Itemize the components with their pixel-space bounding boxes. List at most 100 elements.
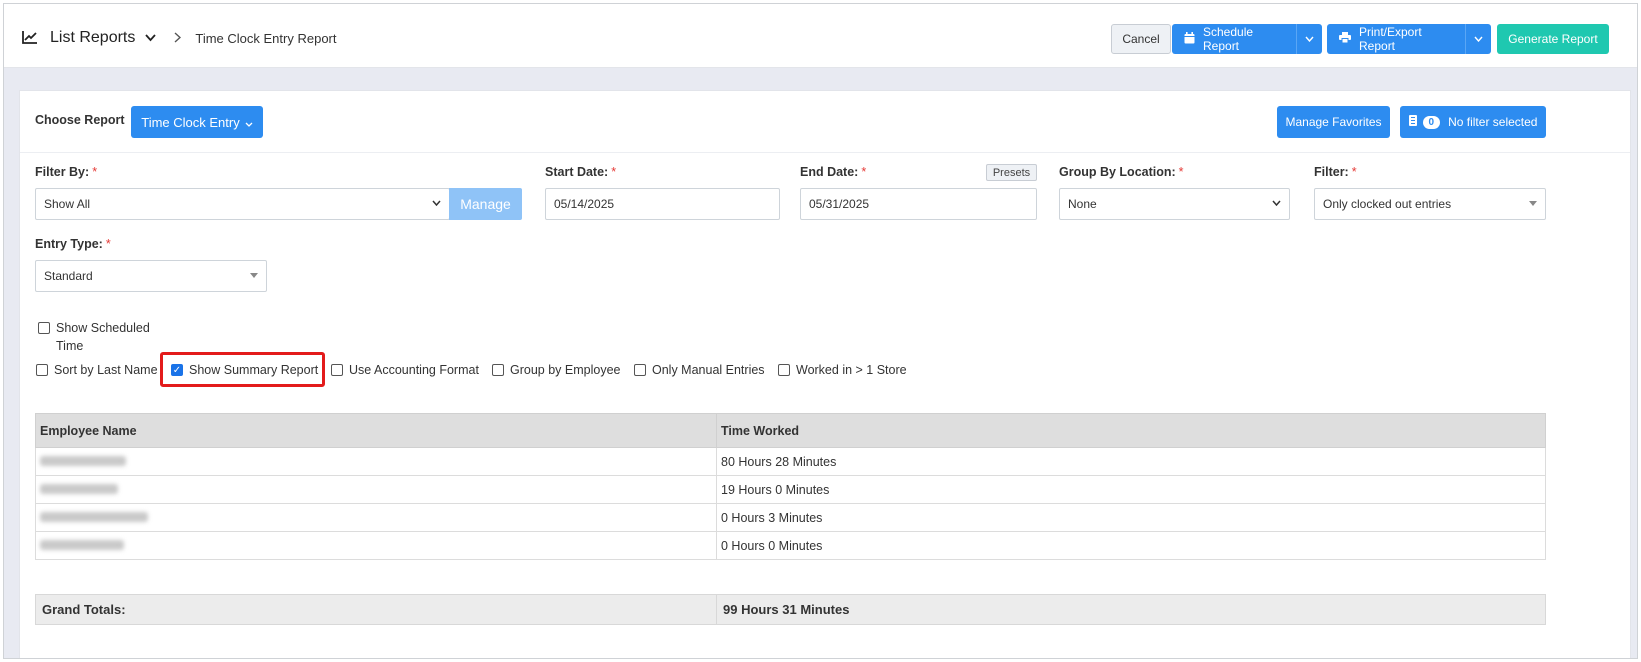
- worked-store-checkbox[interactable]: Worked in > 1 Store: [778, 363, 907, 377]
- checkbox-box[interactable]: [36, 364, 48, 376]
- start-date-label: Start Date: *: [545, 165, 617, 179]
- manage-button[interactable]: Manage: [449, 188, 522, 220]
- entry-type-value: Standard: [44, 269, 93, 283]
- list-reports-link[interactable]: List Reports: [50, 29, 135, 47]
- time-worked-cell: 0 Hours 3 Minutes: [716, 503, 1546, 532]
- filter-value: Only clocked out entries: [1323, 197, 1452, 211]
- chevron-down-icon: [1305, 36, 1314, 42]
- schedule-report-label: Schedule Report: [1203, 25, 1254, 53]
- checkbox-box[interactable]: [38, 322, 50, 334]
- caret-down-icon: [1529, 198, 1537, 209]
- top-bar: List Reports Time Clock Entry Report Can…: [4, 4, 1637, 68]
- time-worked-header: Time Worked: [716, 413, 1546, 448]
- redacted-name: [40, 511, 148, 522]
- table-header-row: Employee Name Time Worked: [35, 413, 1546, 448]
- time-worked-cell: 19 Hours 0 Minutes: [716, 475, 1546, 504]
- checkbox-box[interactable]: [634, 364, 646, 376]
- start-date-value: 05/14/2025: [554, 197, 615, 211]
- schedule-report-split: Schedule Report: [1172, 24, 1322, 54]
- time-worked-cell: 80 Hours 28 Minutes: [716, 447, 1546, 476]
- page-title: Time Clock Entry Report: [195, 30, 337, 46]
- checkbox-box[interactable]: [331, 364, 343, 376]
- report-name: Time Clock Entry: [141, 114, 240, 130]
- redacted-name: [40, 539, 124, 550]
- caret-down-icon: [250, 270, 258, 281]
- start-date-input[interactable]: 05/14/2025: [545, 188, 780, 220]
- schedule-dropdown-toggle[interactable]: [1296, 24, 1322, 54]
- table-row: 0 Hours 0 Minutes: [35, 531, 1546, 560]
- grand-totals-value: 99 Hours 31 Minutes: [716, 594, 1546, 625]
- checkbox-box[interactable]: [778, 364, 790, 376]
- employee-name-cell: [35, 531, 717, 560]
- print-export-button[interactable]: Print/Export Report: [1327, 24, 1465, 54]
- worked-store-label: Worked in > 1 Store: [796, 363, 907, 377]
- filter-status-label: No filter selected: [1448, 115, 1538, 129]
- filter-by-label: Filter By: *: [35, 165, 98, 179]
- grand-totals-label: Grand Totals:: [35, 594, 717, 625]
- filter-count-badge: 0: [1422, 115, 1441, 129]
- table-row: 19 Hours 0 Minutes: [35, 475, 1546, 504]
- choose-report-dropdown[interactable]: Time Clock Entry: [131, 106, 263, 138]
- time-worked-cell: 0 Hours 0 Minutes: [716, 531, 1546, 560]
- presets-button[interactable]: Presets: [986, 164, 1037, 181]
- group-location-value: None: [1068, 197, 1097, 211]
- redacted-name: [40, 455, 126, 466]
- schedule-report-button[interactable]: Schedule Report: [1172, 24, 1296, 54]
- filter-select[interactable]: Only clocked out entries: [1314, 188, 1546, 220]
- sort-last-name-label: Sort by Last Name: [54, 363, 158, 377]
- checkbox-box[interactable]: [492, 364, 504, 376]
- generate-report-button[interactable]: Generate Report: [1497, 24, 1609, 54]
- group-employee-checkbox[interactable]: Group by Employee: [492, 363, 620, 377]
- employee-name-cell: [35, 503, 717, 532]
- show-scheduled-label-cont: Time: [56, 339, 83, 353]
- employee-name-cell: [35, 475, 717, 504]
- filter-status-button[interactable]: 0 No filter selected: [1400, 106, 1546, 138]
- show-scheduled-label: Show Scheduled: [56, 321, 150, 335]
- employee-name-cell: [35, 447, 717, 476]
- accounting-format-checkbox[interactable]: Use Accounting Format: [331, 363, 479, 377]
- entry-type-label: Entry Type: *: [35, 237, 111, 251]
- calendar-icon: [1184, 31, 1195, 47]
- end-date-label: End Date: *: [800, 165, 867, 179]
- grand-totals-table: Grand Totals: 99 Hours 31 Minutes: [35, 594, 1546, 625]
- print-export-label: Print/Export Report: [1359, 25, 1422, 53]
- table-row: 0 Hours 3 Minutes: [35, 503, 1546, 532]
- grand-totals-row: Grand Totals: 99 Hours 31 Minutes: [35, 594, 1546, 625]
- show-scheduled-checkbox[interactable]: Show Scheduled: [38, 321, 150, 335]
- entry-type-select[interactable]: Standard: [35, 260, 267, 292]
- print-export-split: Print/Export Report: [1327, 24, 1491, 54]
- summary-table: Employee Name Time Worked 80 Hours 28 Mi…: [35, 413, 1546, 560]
- chart-line-icon: [22, 30, 38, 47]
- printer-icon: [1339, 32, 1351, 46]
- accounting-format-label: Use Accounting Format: [349, 363, 479, 377]
- group-location-label: Group By Location: *: [1059, 165, 1184, 179]
- divider: [20, 152, 1630, 153]
- choose-report-label: Choose Report: [35, 113, 125, 127]
- table-row: 80 Hours 28 Minutes: [35, 447, 1546, 476]
- group-location-select[interactable]: None: [1059, 188, 1290, 220]
- chevron-down-icon: [432, 198, 441, 209]
- filter-label: Filter: *: [1314, 165, 1357, 179]
- filter-by-value: Show All: [44, 197, 91, 211]
- end-date-value: 05/31/2025: [809, 197, 870, 211]
- manual-entries-checkbox[interactable]: Only Manual Entries: [634, 363, 765, 377]
- breadcrumb: List Reports Time Clock Entry Report: [22, 29, 336, 47]
- employee-name-header: Employee Name: [35, 413, 717, 448]
- chevron-right-icon: [174, 30, 182, 46]
- chevron-down-icon: [245, 115, 253, 130]
- cancel-button[interactable]: Cancel: [1111, 24, 1171, 54]
- highlight-box: [160, 352, 325, 387]
- redacted-name: [40, 483, 118, 494]
- chevron-down-icon: [1474, 36, 1483, 42]
- manage-favorites-button[interactable]: Manage Favorites: [1277, 106, 1390, 138]
- chevron-down-icon: [1272, 198, 1281, 209]
- chevron-down-icon[interactable]: [145, 31, 157, 45]
- filter-icon: [1408, 115, 1417, 129]
- end-date-input[interactable]: 05/31/2025: [800, 188, 1037, 220]
- app-frame: List Reports Time Clock Entry Report Can…: [3, 3, 1638, 659]
- print-dropdown-toggle[interactable]: [1465, 24, 1491, 54]
- filter-by-select[interactable]: Show All: [35, 188, 450, 220]
- manual-entries-label: Only Manual Entries: [652, 363, 765, 377]
- sort-last-name-checkbox[interactable]: Sort by Last Name: [36, 363, 158, 377]
- show-scheduled-label-line2: Time: [56, 339, 84, 353]
